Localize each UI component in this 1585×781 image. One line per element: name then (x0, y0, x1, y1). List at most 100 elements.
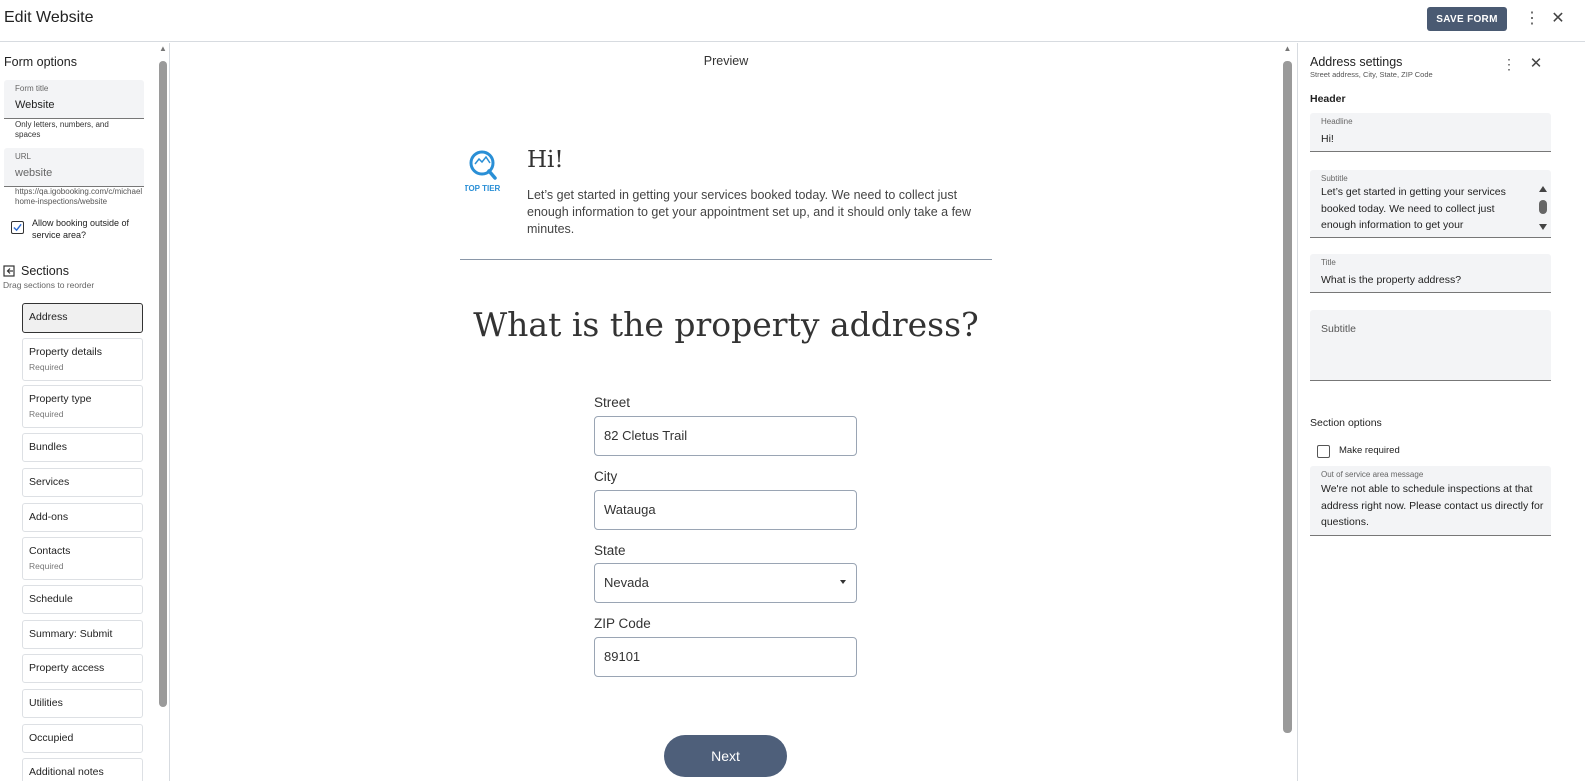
header-subtitle-value[interactable]: Let’s get started in getting your servic… (1321, 184, 1531, 236)
street-label: Street (594, 395, 631, 410)
scrollbar-thumb[interactable] (159, 61, 167, 707)
url-field[interactable]: URL website (4, 148, 144, 187)
form-title-value[interactable]: Website (15, 99, 55, 111)
form-title-hint: Only letters, numbers, and spaces (15, 120, 109, 139)
zip-value: 89101 (604, 649, 641, 664)
scroll-up-arrow-icon[interactable]: ▲ (1283, 45, 1292, 53)
street-value: 82 Cletus Trail (604, 428, 688, 443)
section-item-bundles[interactable]: Bundles (22, 433, 143, 462)
preview-headline: Hi! (527, 147, 564, 173)
header-subtitle-field[interactable]: Subtitle Let’s get started in getting yo… (1310, 170, 1551, 238)
section-name: Summary: Submit (29, 628, 113, 640)
close-icon[interactable]: ✕ (1549, 8, 1567, 30)
company-logo: TOP TIER (465, 150, 501, 193)
save-form-button[interactable]: SAVE FORM (1427, 7, 1507, 31)
make-required-checkbox[interactable] (1317, 445, 1330, 458)
section-item-contacts[interactable]: Contacts Required (22, 537, 143, 580)
section-item-address[interactable]: Address (22, 303, 143, 333)
form-options-panel: Form options Form title Website Only let… (0, 43, 170, 781)
url-hint: https://qa.igobooking.com/c/michael home… (15, 187, 143, 206)
section-item-occupied[interactable]: Occupied (22, 724, 143, 753)
city-input[interactable]: Watauga (594, 490, 857, 530)
state-value: Nevada (604, 575, 649, 590)
allow-booking-checkbox[interactable] (11, 221, 24, 234)
section-subtitle-field[interactable]: Subtitle (1310, 310, 1551, 381)
textarea-scrollbar[interactable] (1538, 186, 1547, 232)
section-item-add-ons[interactable]: Add-ons (22, 503, 143, 532)
city-label: City (594, 469, 618, 484)
section-name: Occupied (29, 732, 74, 744)
settings-more-icon[interactable]: ⋮ (1502, 55, 1516, 73)
state-select[interactable]: Nevada (594, 563, 857, 603)
section-required: Required (29, 362, 64, 372)
section-item-property-type[interactable]: Property type Required (22, 385, 143, 428)
next-button[interactable]: Next (664, 735, 787, 777)
section-name: Contacts (29, 545, 71, 557)
allow-booking-row[interactable]: Allow booking outside of service area? (11, 217, 151, 241)
out-of-service-label: Out of service area message (1321, 470, 1424, 479)
preview-scrollbar[interactable]: ▲ (1283, 45, 1292, 781)
title-value[interactable]: What is the property address? (1321, 272, 1461, 289)
section-item-property-details[interactable]: Property details Required (22, 338, 143, 381)
preview-question-title: What is the property address? (473, 305, 979, 344)
out-of-service-message-field[interactable]: Out of service area message We're not ab… (1310, 466, 1551, 536)
scrollbar-thumb[interactable] (1283, 61, 1292, 733)
preview-panel: Preview TOP TIER Hi! Let’s get started i… (171, 43, 1296, 781)
headline-value[interactable]: Hi! (1321, 131, 1334, 148)
preview-intro-text: Let’s get started in getting your servic… (527, 188, 972, 236)
state-label: State (594, 543, 626, 558)
page-title: Edit Website (4, 9, 94, 26)
section-subtitle-label: Subtitle (1321, 323, 1357, 335)
scrollbar-thumb[interactable] (1539, 200, 1547, 214)
form-title-field[interactable]: Form title Website (4, 80, 144, 119)
section-item-schedule[interactable]: Schedule (22, 585, 143, 614)
preview-divider (460, 259, 992, 260)
section-name: Add-ons (29, 511, 69, 523)
header-subtitle-label: Subtitle (1321, 174, 1348, 183)
section-required: Required (29, 409, 64, 419)
url-label: URL (15, 152, 32, 161)
section-required: Required (29, 561, 64, 571)
out-of-service-value[interactable]: We're not able to schedule inspections a… (1321, 481, 1546, 531)
section-name: Utilities (29, 697, 63, 709)
section-name: Schedule (29, 593, 73, 605)
top-bar: Edit Website SAVE FORM ⋮ ✕ (0, 0, 1585, 42)
scroll-up-arrow-icon[interactable] (1539, 186, 1547, 192)
city-value: Watauga (604, 502, 656, 517)
make-required-label: Make required (1339, 445, 1400, 456)
section-name: Property type (29, 393, 92, 405)
header-section-label: Header (1310, 93, 1346, 105)
section-item-property-access[interactable]: Property access (22, 654, 143, 683)
check-icon (13, 223, 22, 232)
svg-text:TOP TIER: TOP TIER (465, 184, 501, 193)
section-name: Services (29, 476, 70, 488)
street-input[interactable]: 82 Cletus Trail (594, 416, 857, 456)
section-name: Address (29, 311, 68, 323)
settings-close-icon[interactable]: ✕ (1528, 55, 1544, 73)
scroll-down-arrow-icon[interactable] (1539, 224, 1547, 230)
scroll-up-arrow-icon[interactable]: ▲ (159, 45, 167, 53)
sections-heading: Sections (21, 264, 69, 278)
form-title-label: Form title (15, 84, 49, 93)
form-options-heading: Form options (4, 55, 77, 69)
section-options-heading: Section options (1310, 417, 1382, 429)
title-field[interactable]: Title What is the property address? (1310, 254, 1551, 293)
sections-subtitle: Drag sections to reorder (3, 280, 95, 290)
zip-input[interactable]: 89101 (594, 637, 857, 677)
settings-title: Address settings (1310, 55, 1403, 69)
allow-booking-label: Allow booking outside of service area? (32, 218, 130, 240)
headline-field[interactable]: Headline Hi! (1310, 113, 1551, 152)
headline-label: Headline (1321, 117, 1353, 126)
preview-label: Preview (703, 54, 749, 68)
url-value[interactable]: website (15, 167, 52, 179)
section-item-summary-submit[interactable]: Summary: Submit (22, 620, 143, 649)
section-item-services[interactable]: Services (22, 468, 143, 497)
section-item-utilities[interactable]: Utilities (22, 689, 143, 718)
section-name: Property access (29, 662, 105, 674)
more-options-icon[interactable]: ⋮ (1524, 8, 1540, 30)
section-name: Bundles (29, 441, 67, 453)
section-name: Property details (29, 346, 102, 358)
left-scrollbar[interactable]: ▲ (159, 45, 167, 781)
address-settings-panel: Address settings Street address, City, S… (1297, 43, 1585, 781)
section-item-additional-notes[interactable]: Additional notes (22, 758, 143, 781)
